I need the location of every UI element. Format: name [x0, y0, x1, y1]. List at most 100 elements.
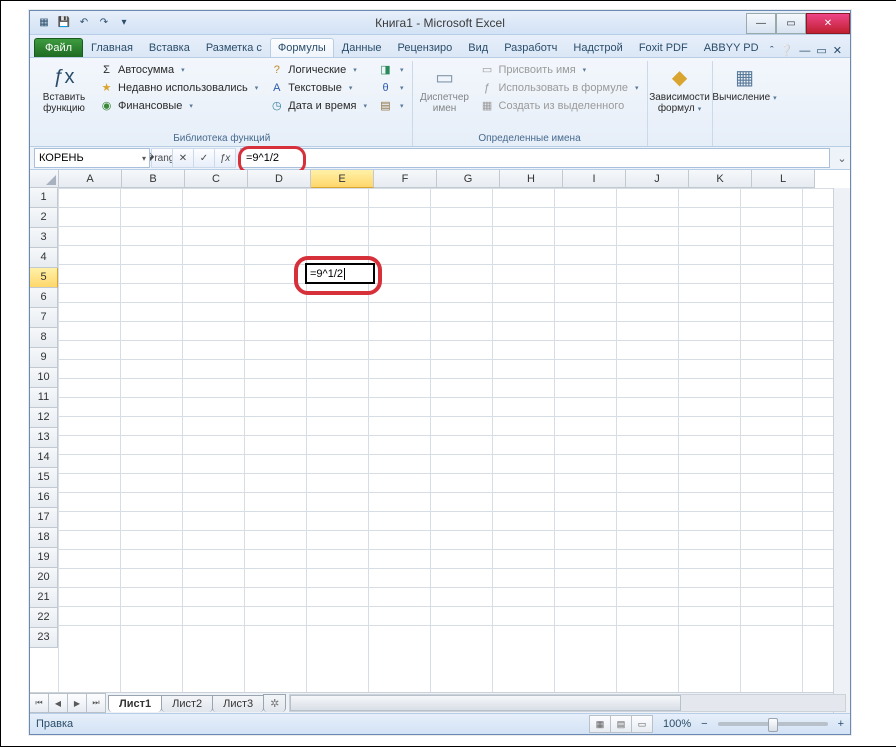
autosum-button[interactable]: ΣАвтосумма [95, 61, 262, 78]
math-button[interactable]: θ [374, 79, 408, 96]
row-header-19[interactable]: 19 [30, 548, 58, 568]
minimize-ribbon-icon[interactable]: ˆ [770, 45, 774, 57]
row-header-6[interactable]: 6 [30, 288, 58, 308]
row-header-12[interactable]: 12 [30, 408, 58, 428]
row-header-21[interactable]: 21 [30, 588, 58, 608]
minimize-button[interactable]: — [746, 13, 776, 34]
enter-formula-button[interactable]: ✓ [193, 148, 215, 168]
sheet-nav-next[interactable]: ▶ [67, 693, 87, 713]
col-header-G[interactable]: G [437, 170, 500, 188]
doc-close-icon[interactable]: ✕ [833, 44, 842, 57]
row-header-7[interactable]: 7 [30, 308, 58, 328]
cancel-formula-button[interactable]: ✕ [172, 148, 194, 168]
qat-customize-icon[interactable]: ▾ [116, 15, 132, 31]
undo-icon[interactable]: ↶ [76, 15, 92, 31]
row-header-20[interactable]: 20 [30, 568, 58, 588]
row-header-22[interactable]: 22 [30, 608, 58, 628]
help-icon[interactable]: ❔ [780, 44, 794, 57]
insert-function-icon[interactable]: ƒx [214, 148, 236, 168]
redo-icon[interactable]: ↷ [96, 15, 112, 31]
tab-data[interactable]: Данные [334, 38, 390, 57]
active-cell[interactable]: =9^1/2 [305, 263, 375, 284]
row-header-1[interactable]: 1 [30, 188, 58, 208]
save-icon[interactable]: 💾 [56, 15, 72, 31]
col-header-B[interactable]: B [122, 170, 185, 188]
row-header-14[interactable]: 14 [30, 448, 58, 468]
tab-view[interactable]: Вид [460, 38, 496, 57]
name-manager-button[interactable]: ▭ Диспетчер имен [417, 61, 473, 116]
row-header-18[interactable]: 18 [30, 528, 58, 548]
horizontal-scrollbar[interactable] [289, 694, 846, 712]
formula-auditing-button[interactable]: ◆ Зависимости формул [652, 61, 708, 117]
col-header-A[interactable]: A [59, 170, 122, 188]
row-header-13[interactable]: 13 [30, 428, 58, 448]
sheet-nav-prev[interactable]: ◀ [48, 693, 68, 713]
tab-formulas[interactable]: Формулы [270, 38, 334, 57]
insert-sheet-button[interactable]: ✲ [263, 694, 286, 712]
view-page-break-button[interactable]: ▭ [631, 715, 653, 733]
text-button[interactable]: AТекстовые [265, 79, 371, 96]
row-header-4[interactable]: 4 [30, 248, 58, 268]
file-tab[interactable]: Файл [34, 38, 83, 57]
col-header-J[interactable]: J [626, 170, 689, 188]
row-header-10[interactable]: 10 [30, 368, 58, 388]
row-header-17[interactable]: 17 [30, 508, 58, 528]
sheet-nav-first[interactable]: ⏮ [30, 693, 49, 713]
col-header-D[interactable]: D [248, 170, 311, 188]
row-header-23[interactable]: 23 [30, 628, 58, 648]
more-functions-button[interactable]: ▤ [374, 97, 408, 114]
tab-addins[interactable]: Надстрой [565, 38, 630, 57]
col-header-L[interactable]: L [752, 170, 815, 188]
recent-functions-button[interactable]: ★Недавно использовались [95, 79, 262, 96]
datetime-button[interactable]: ◷Дата и время [265, 97, 371, 114]
tab-home[interactable]: Главная [83, 38, 141, 57]
zoom-in-button[interactable]: + [838, 718, 844, 730]
financial-button[interactable]: ◉Финансовые [95, 97, 262, 114]
vertical-scrollbar[interactable] [833, 188, 850, 713]
maximize-button[interactable]: ▭ [776, 13, 806, 34]
doc-min-icon[interactable]: — [799, 45, 810, 57]
view-normal-button[interactable]: ▦ [589, 715, 611, 733]
select-all-button[interactable] [30, 170, 59, 188]
formula-input[interactable]: =9^1/2 [240, 148, 830, 168]
tab-abbyy[interactable]: ABBYY PD [696, 38, 767, 57]
row-header-3[interactable]: 3 [30, 228, 58, 248]
insert-function-button[interactable]: ƒx Вставить функцию [36, 61, 92, 116]
zoom-slider[interactable] [718, 722, 828, 726]
sheet-nav-last[interactable]: ⏭ [86, 693, 106, 713]
sheet-tab-2[interactable]: Лист2 [161, 695, 213, 712]
col-header-K[interactable]: K [689, 170, 752, 188]
range-select-icon[interactable]: �range [151, 148, 173, 168]
row-header-9[interactable]: 9 [30, 348, 58, 368]
view-page-layout-button[interactable]: ▤ [610, 715, 632, 733]
row-header-16[interactable]: 16 [30, 488, 58, 508]
col-header-H[interactable]: H [500, 170, 563, 188]
tab-foxit[interactable]: Foxit PDF [631, 38, 696, 57]
row-header-2[interactable]: 2 [30, 208, 58, 228]
zoom-out-button[interactable]: − [701, 718, 707, 730]
row-header-8[interactable]: 8 [30, 328, 58, 348]
tab-developer[interactable]: Разработч [496, 38, 565, 57]
col-header-I[interactable]: I [563, 170, 626, 188]
col-header-C[interactable]: C [185, 170, 248, 188]
name-box[interactable]: КОРЕНЬ [34, 148, 150, 168]
close-button[interactable]: ✕ [806, 13, 850, 34]
sheet-tab-1[interactable]: Лист1 [108, 695, 162, 712]
col-header-E[interactable]: E [311, 170, 374, 188]
cells-area[interactable]: =9^1/2 [58, 188, 850, 692]
expand-formula-bar-icon[interactable]: ⌄ [834, 152, 850, 165]
calculation-button[interactable]: ▦ Вычисление [717, 61, 773, 106]
tab-insert[interactable]: Вставка [141, 38, 198, 57]
col-header-F[interactable]: F [374, 170, 437, 188]
hscroll-thumb[interactable] [290, 695, 680, 711]
logical-button[interactable]: ?Логические [265, 61, 371, 78]
row-header-11[interactable]: 11 [30, 388, 58, 408]
zoom-level[interactable]: 100% [663, 718, 691, 730]
lookup-button[interactable]: ◨ [374, 61, 408, 78]
row-header-5[interactable]: 5 [30, 268, 58, 288]
tab-review[interactable]: Рецензиро [390, 38, 461, 57]
sheet-tab-3[interactable]: Лист3 [212, 695, 264, 712]
doc-restore-icon[interactable]: ▭ [816, 44, 826, 57]
tab-layout[interactable]: Разметка с [198, 38, 270, 57]
row-header-15[interactable]: 15 [30, 468, 58, 488]
